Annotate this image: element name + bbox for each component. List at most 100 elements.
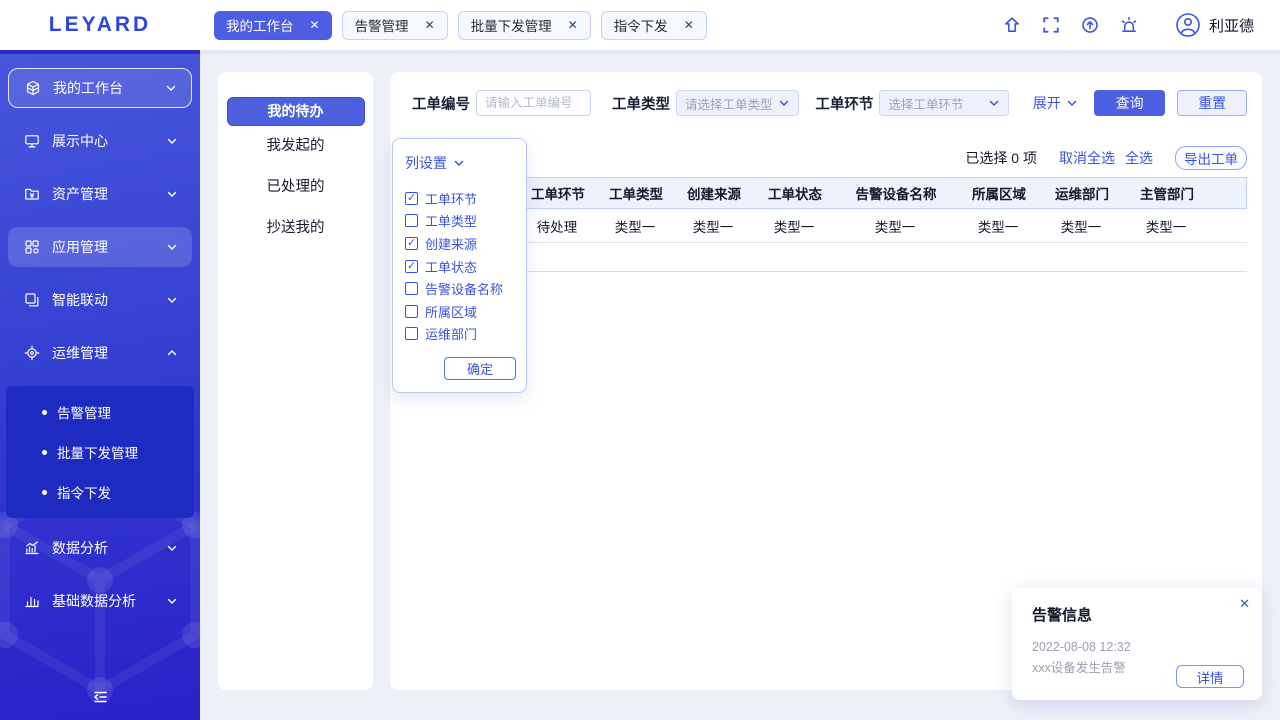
submenu-label: 指令下发 — [57, 486, 111, 501]
submenu-item-batch-dispatch[interactable]: 批量下发管理 — [6, 432, 194, 472]
submenu-item-command-dispatch[interactable]: 指令下发 — [6, 472, 194, 512]
checkbox[interactable] — [405, 282, 418, 296]
sidebar: 我的工作台 展示中心 资产管理 应用管理 智能联动 运维管理 告警管理 批量下发… — [0, 54, 200, 720]
tab-my-workbench[interactable]: 我的工作台 ✕ — [214, 10, 332, 40]
leyard-logo: LEYARD — [48, 13, 152, 36]
avatar — [1176, 13, 1200, 37]
expand-filters-link[interactable]: 展开 — [1033, 93, 1078, 113]
detail-button[interactable]: 详情 — [1176, 665, 1244, 688]
nav-initiated-by-me[interactable]: 我发起的 — [218, 126, 373, 167]
sidebar-item-display-center[interactable]: 展示中心 — [8, 121, 192, 161]
close-icon[interactable]: ✕ — [568, 18, 578, 32]
close-icon[interactable]: ✕ — [684, 18, 694, 32]
sidebar-item-my-workbench[interactable]: 我的工作台 — [8, 68, 192, 108]
reset-button[interactable]: 重置 — [1177, 90, 1247, 116]
option-order-type[interactable]: 工单类型 — [405, 210, 514, 233]
cell-order-status: 类型一 — [773, 219, 815, 235]
option-label: 运维部门 — [425, 327, 478, 343]
order-type-select[interactable]: 请选择工单类型 — [676, 90, 800, 116]
sidebar-item-data-analysis[interactable]: 数据分析 — [8, 528, 192, 568]
order-no-input[interactable] — [476, 90, 591, 116]
tab-label: 告警管理 — [354, 19, 409, 34]
select-placeholder: 请选择工单类型 — [685, 97, 773, 112]
option-order-status[interactable]: 工单状态 — [405, 255, 514, 278]
bar-chart-icon — [25, 596, 39, 608]
option-region[interactable]: 所属区域 — [405, 300, 514, 323]
close-icon[interactable]: ✕ — [310, 18, 320, 32]
search-button[interactable]: 查询 — [1093, 90, 1166, 116]
ops-icon — [24, 345, 40, 361]
user-menu[interactable]: 利亚德 — [1175, 12, 1254, 38]
submenu-label: 告警管理 — [57, 406, 111, 421]
sidebar-item-ops-management[interactable]: 运维管理 — [8, 333, 192, 373]
select-placeholder: 选择工单环节 — [888, 97, 964, 112]
option-label: 所属区域 — [425, 304, 478, 320]
chevron-down-icon — [167, 138, 177, 144]
col-header: 创建来源 — [687, 187, 741, 202]
fullscreen-icon[interactable] — [1042, 16, 1060, 34]
nav-processed[interactable]: 已处理的 — [218, 167, 373, 208]
sidebar-item-asset-management[interactable]: 资产管理 — [8, 174, 192, 214]
cancel-select-all-link[interactable]: 取消全选 — [1059, 148, 1115, 168]
close-icon[interactable]: ✕ — [1239, 596, 1250, 612]
header-divider-accent — [0, 50, 200, 54]
checkbox[interactable] — [405, 191, 418, 205]
close-icon[interactable]: ✕ — [425, 18, 435, 32]
tab-alarm-management[interactable]: 告警管理 ✕ — [341, 10, 448, 40]
cell-region: 类型一 — [977, 219, 1019, 235]
option-ops-dept[interactable]: 运维部门 — [405, 323, 514, 346]
col-header: 工单状态 — [768, 187, 822, 202]
option-create-source[interactable]: 创建来源 — [405, 232, 514, 255]
chevron-down-icon — [1067, 100, 1077, 107]
column-settings-label: 列设置 — [405, 155, 447, 171]
chevron-down-icon — [989, 100, 999, 107]
sidebar-item-label: 运维管理 — [52, 345, 108, 361]
sidebar-nav: 我的工作台 展示中心 资产管理 应用管理 智能联动 运维管理 告警管理 批量下发… — [0, 54, 200, 621]
checkbox[interactable] — [405, 214, 418, 228]
checkbox[interactable] — [405, 327, 418, 341]
select-all-link[interactable]: 全选 — [1125, 148, 1153, 168]
work-order-table: 工单环节 工单类型 创建来源 工单状态 告警设备名称 所属区域 运维部门 主管部… — [412, 177, 1247, 272]
nav-cc-to-me[interactable]: 抄送我的 — [218, 208, 373, 249]
notification-title: 告警信息 — [1032, 607, 1093, 624]
nav-my-todo[interactable]: 我的待办 — [226, 97, 365, 126]
order-no-label: 工单编号 — [412, 96, 470, 113]
table-toolbar: 已选择 0 项 取消全选 全选 导出工单 — [412, 146, 1247, 170]
option-label: 工单状态 — [425, 259, 478, 275]
checkbox[interactable] — [405, 236, 418, 250]
tab-batch-dispatch[interactable]: 批量下发管理 ✕ — [457, 10, 591, 40]
submenu-item-alarm-management[interactable]: 告警管理 — [6, 392, 194, 432]
checkbox[interactable] — [405, 304, 418, 318]
option-order-stage[interactable]: 工单环节 — [405, 187, 514, 210]
linkage-icon — [25, 293, 39, 307]
order-type-label: 工单类型 — [612, 96, 670, 113]
circle-arrow-up-icon[interactable] — [1081, 16, 1099, 34]
export-orders-button[interactable]: 导出工单 — [1175, 146, 1247, 170]
table-empty-row — [412, 243, 1247, 272]
sidebar-collapse-button[interactable] — [0, 684, 200, 710]
cell-alarm-device: 类型一 — [874, 219, 916, 235]
confirm-button[interactable]: 确定 — [444, 357, 516, 380]
order-stage-label: 工单环节 — [815, 96, 874, 113]
alarm-icon[interactable] — [1120, 16, 1138, 34]
column-settings-trigger[interactable]: 列设置 — [405, 153, 514, 173]
checkbox[interactable] — [405, 259, 418, 273]
bullet-dot — [42, 409, 47, 415]
sidebar-item-label: 展示中心 — [52, 133, 108, 149]
sidebar-item-base-data-analysis[interactable]: 基础数据分析 — [8, 581, 192, 621]
user-name: 利亚德 — [1208, 17, 1254, 35]
chevron-up-icon — [167, 350, 177, 356]
order-stage-select[interactable]: 选择工单环节 — [879, 90, 1009, 116]
bullet-dot — [42, 449, 47, 455]
collapse-menu-icon — [94, 691, 107, 703]
chevron-down-icon — [167, 191, 177, 197]
tab-command-dispatch[interactable]: 指令下发 ✕ — [600, 10, 707, 40]
sidebar-item-smart-linkage[interactable]: 智能联动 — [8, 280, 192, 320]
col-header: 工单类型 — [609, 187, 663, 202]
analysis-icon — [25, 541, 39, 555]
up-arrow-icon[interactable] — [1003, 16, 1021, 34]
option-alarm-device[interactable]: 告警设备名称 — [405, 277, 514, 300]
sidebar-item-app-management[interactable]: 应用管理 — [8, 227, 192, 267]
table-row[interactable]: 待处理 类型一 类型一 类型一 类型一 类型一 类型一 类型一 — [412, 209, 1247, 243]
col-header: 主管部门 — [1140, 187, 1194, 202]
